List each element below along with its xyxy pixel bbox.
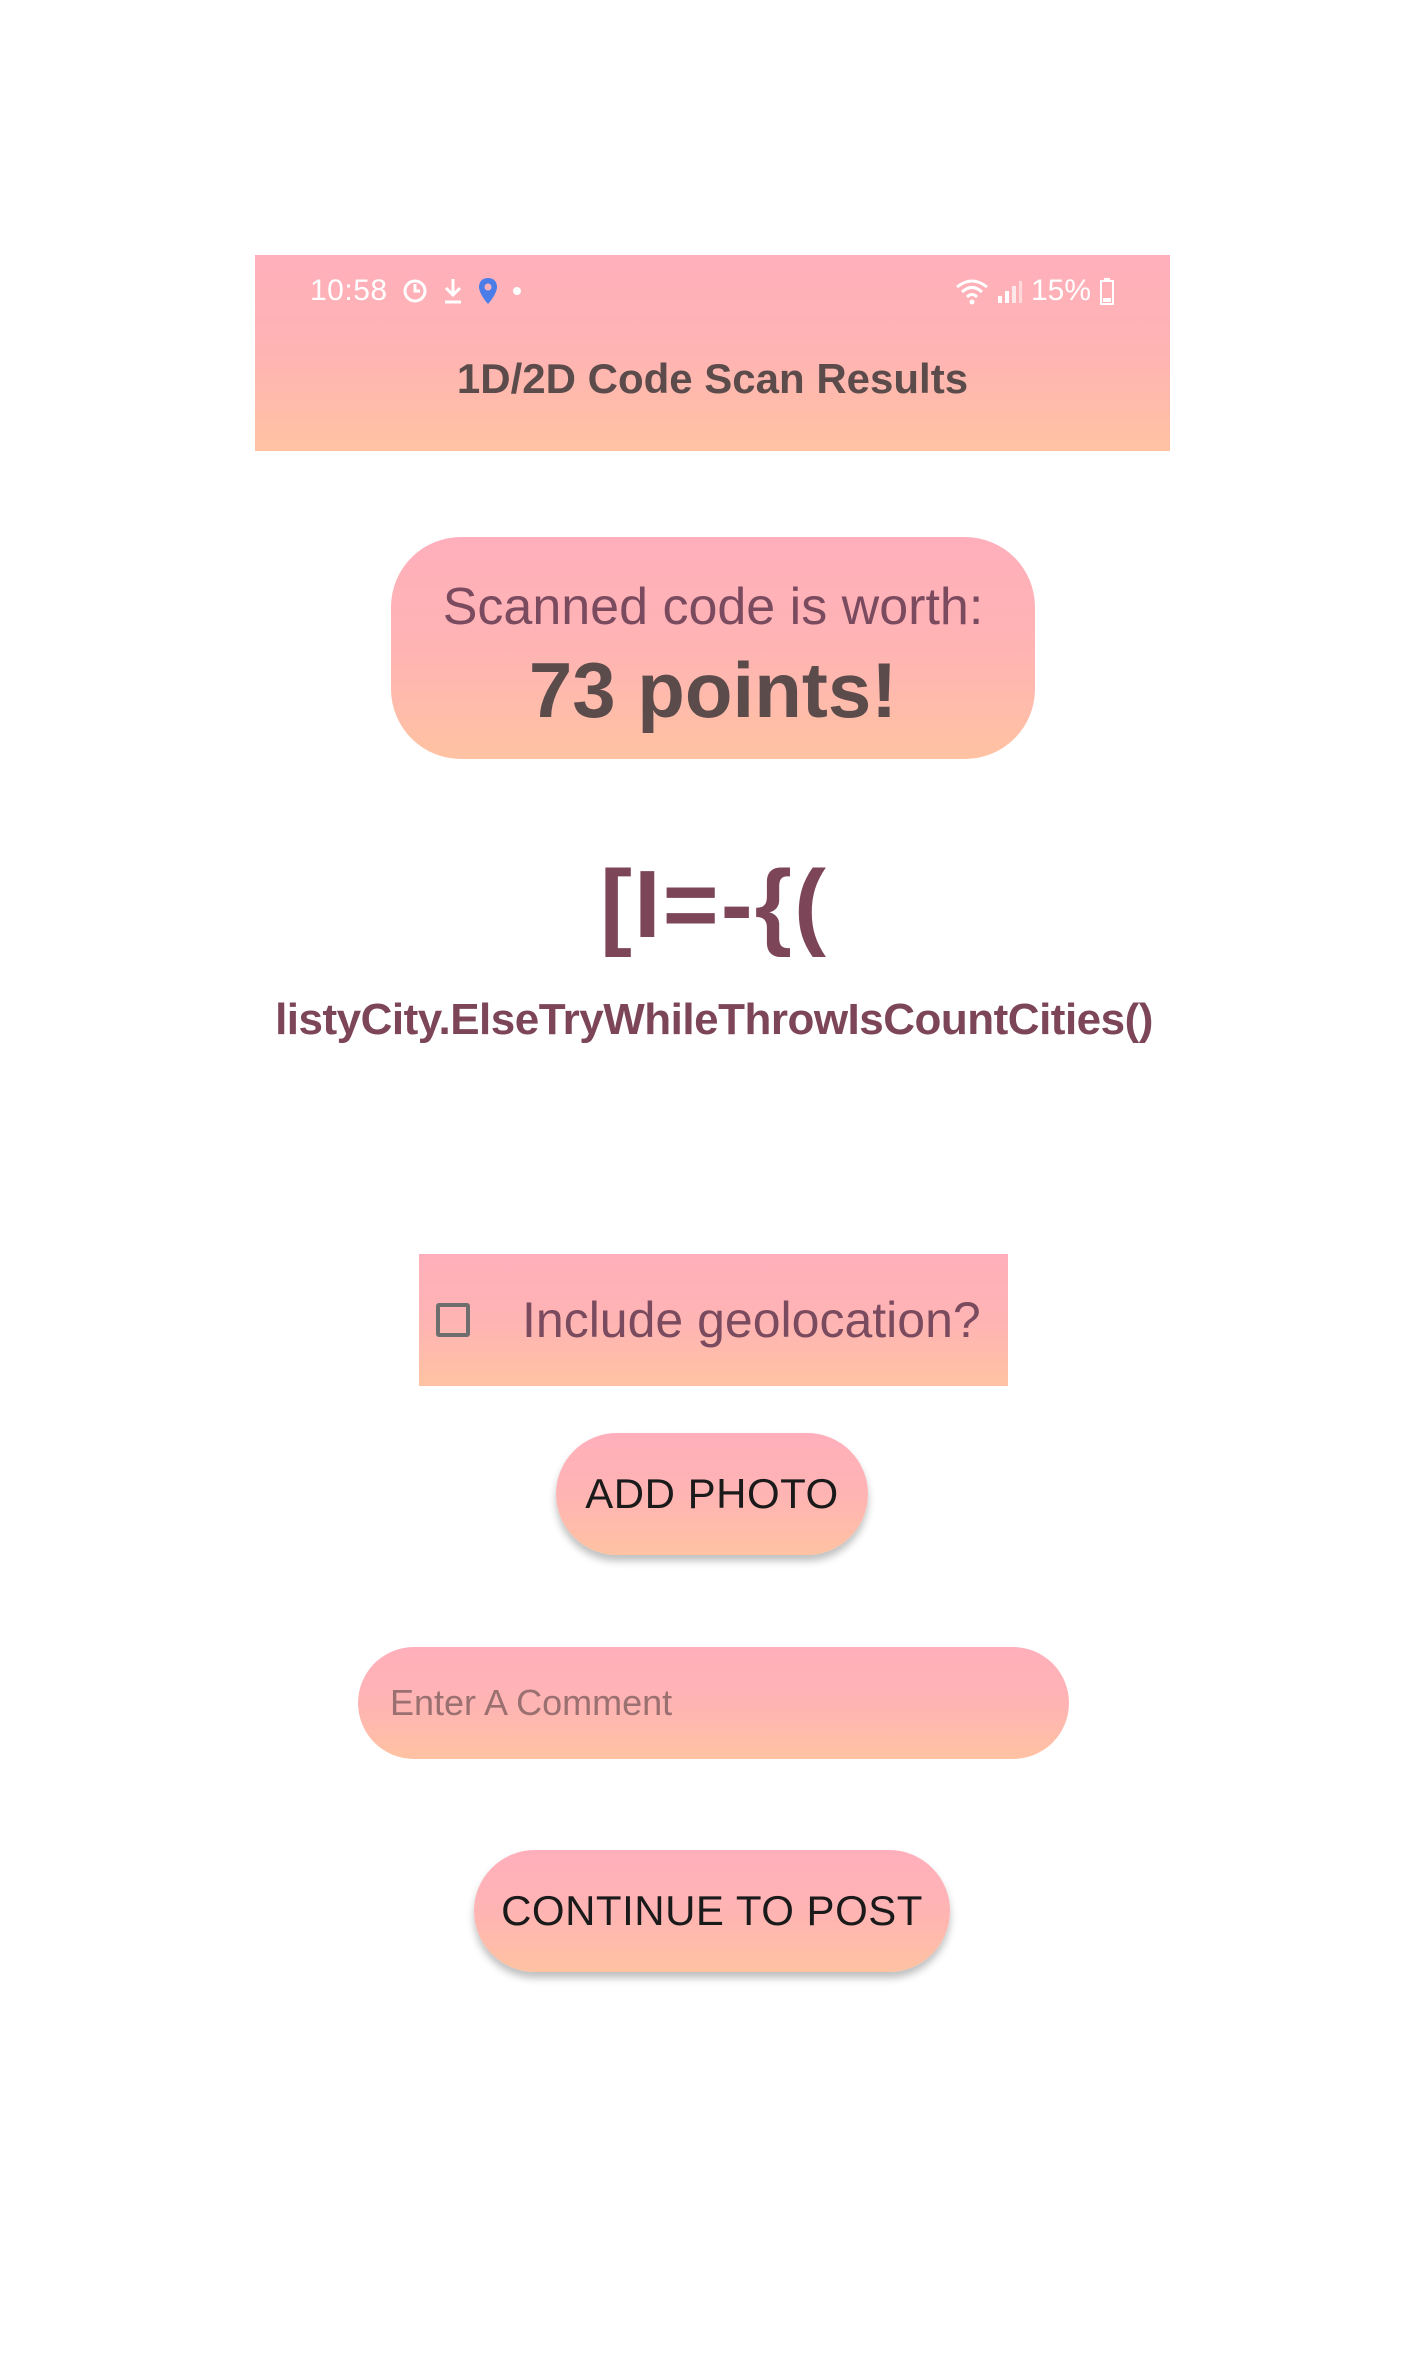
geolocation-checkbox-row[interactable]: Include geolocation? [419, 1254, 1008, 1386]
add-photo-button[interactable]: ADD PHOTO [556, 1433, 868, 1555]
status-right: 15% [955, 273, 1115, 309]
geolocation-label: Include geolocation? [522, 1292, 981, 1348]
points-value: 73 points! [528, 646, 898, 734]
location-icon [478, 277, 498, 305]
continue-to-post-button[interactable]: CONTINUE TO POST [474, 1850, 950, 1972]
wifi-icon [955, 277, 989, 305]
comment-input[interactable] [358, 1647, 1069, 1759]
signal-icon [997, 278, 1023, 304]
points-card: Scanned code is worth: 73 points! [391, 537, 1035, 759]
status-time: 10:58 [310, 274, 388, 307]
page-title: 1D/2D Code Scan Results [456, 355, 969, 402]
status-bar: 10:58 15% [255, 255, 1170, 325]
code-name: listyCity.ElseTryWhileThrowIsCountCities… [275, 995, 1153, 1044]
status-left: 10:58 [310, 273, 522, 309]
points-label: Scanned code is worth: [442, 578, 984, 636]
geolocation-checkbox[interactable] [436, 1303, 470, 1337]
download-icon [442, 277, 464, 305]
app-header: 10:58 15% 1D/2D Code Scan Results [255, 255, 1170, 451]
battery-percent: 15% [1030, 274, 1091, 307]
code-visual-glyph: [I=-{( [600, 851, 828, 958]
comment-field-container [358, 1647, 1069, 1759]
sync-icon [402, 278, 428, 304]
battery-icon [1099, 277, 1115, 305]
dot-icon [512, 286, 522, 296]
